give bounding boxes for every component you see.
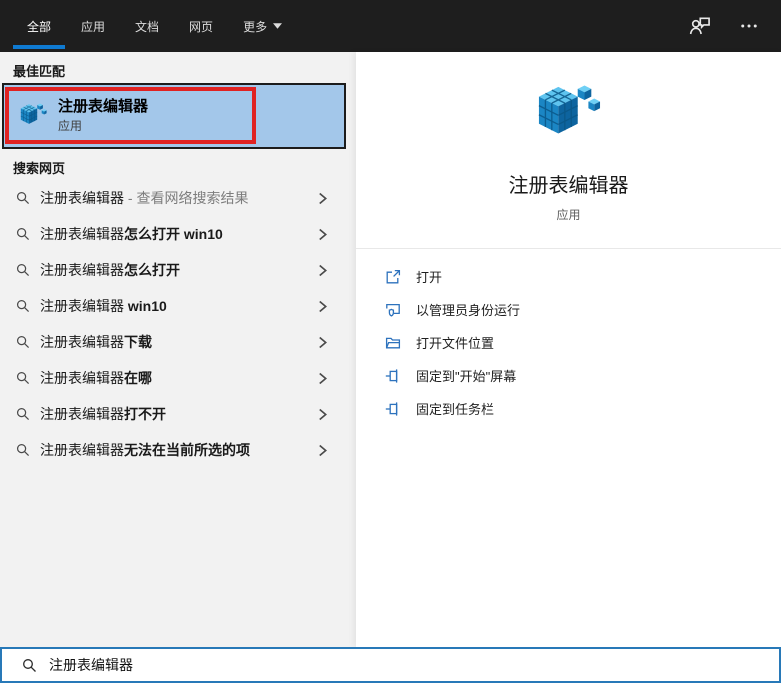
action-pin-to-start[interactable]: 固定到"开始"屏幕 bbox=[356, 359, 781, 392]
tab-documents[interactable]: 文档 bbox=[135, 0, 159, 52]
results-panel: 最佳匹配 注册表编辑器 应用 搜索网页 注册表编辑器 - 查看网络搜索结果 注册… bbox=[0, 52, 356, 647]
search-bar bbox=[0, 647, 781, 683]
tab-apps-label: 应用 bbox=[81, 19, 106, 34]
best-match-subtitle: 应用 bbox=[58, 119, 83, 134]
pin-to-taskbar-icon bbox=[385, 401, 401, 417]
chevron-right-icon[interactable] bbox=[317, 443, 328, 458]
action-open-file-location[interactable]: 打开文件位置 bbox=[356, 326, 781, 359]
suggestion-row[interactable]: 注册表编辑器怎么打开 win10 bbox=[0, 216, 356, 252]
chevron-right-icon[interactable] bbox=[317, 299, 328, 314]
best-match-item-registry-editor[interactable]: 注册表编辑器 应用 bbox=[2, 83, 346, 149]
search-icon bbox=[16, 371, 30, 385]
pin-to-start-icon bbox=[385, 368, 401, 384]
open-file-location-icon bbox=[385, 335, 401, 351]
windows-search-flyout: 全部 应用 文档 网页 更多 最佳匹配 注册表编辑器 应用 搜索网页 注册表编辑… bbox=[0, 0, 781, 683]
suggestion-row[interactable]: 注册表编辑器在哪 bbox=[0, 360, 356, 396]
suggestion-row[interactable]: 注册表编辑器 win10 bbox=[0, 288, 356, 324]
suggestion-row[interactable]: 注册表编辑器打不开 bbox=[0, 396, 356, 432]
tab-web-label: 网页 bbox=[189, 19, 214, 34]
tab-all[interactable]: 全部 bbox=[12, 0, 66, 52]
chevron-right-icon[interactable] bbox=[317, 191, 328, 206]
registry-editor-icon bbox=[537, 84, 601, 148]
registry-editor-icon bbox=[20, 103, 47, 130]
search-suggestions-list: 注册表编辑器 - 查看网络搜索结果 注册表编辑器怎么打开 win10 注册表编辑… bbox=[0, 180, 356, 468]
suggestion-row[interactable]: 注册表编辑器无法在当前所选的项 bbox=[0, 432, 356, 468]
search-filter-bar: 全部 应用 文档 网页 更多 bbox=[0, 0, 781, 52]
chevron-right-icon[interactable] bbox=[317, 407, 328, 422]
topbar-right-icons bbox=[689, 0, 759, 52]
tab-more[interactable]: 更多 bbox=[243, 0, 282, 52]
best-match-header: 最佳匹配 bbox=[13, 64, 66, 79]
action-run-as-admin[interactable]: 以管理员身份运行 bbox=[356, 293, 781, 326]
search-input[interactable] bbox=[49, 657, 779, 673]
search-icon bbox=[16, 263, 30, 277]
action-list: 打开 以管理员身份运行 打开文件位置 固定到"开始"屏幕 固定到任务栏 bbox=[356, 260, 781, 425]
chevron-right-icon[interactable] bbox=[317, 335, 328, 350]
tab-documents-label: 文档 bbox=[135, 19, 160, 34]
chevron-right-icon[interactable] bbox=[317, 371, 328, 386]
action-open[interactable]: 打开 bbox=[356, 260, 781, 293]
tab-more-label: 更多 bbox=[243, 19, 268, 34]
suggestion-row[interactable]: 注册表编辑器 - 查看网络搜索结果 bbox=[0, 180, 356, 216]
preview-panel: 注册表编辑器 应用 打开 以管理员身份运行 打开文件位置 固定到"开始"屏幕 固… bbox=[356, 52, 781, 647]
chevron-right-icon[interactable] bbox=[317, 227, 328, 242]
tab-all-label: 全部 bbox=[27, 19, 52, 34]
run-as-admin-icon bbox=[385, 302, 401, 318]
preview-title: 注册表编辑器 bbox=[508, 175, 629, 197]
search-icon bbox=[16, 335, 30, 349]
user-account-icon[interactable] bbox=[689, 15, 711, 37]
more-options-icon[interactable] bbox=[739, 16, 759, 36]
search-icon bbox=[22, 658, 37, 673]
best-match-title: 注册表编辑器 bbox=[58, 98, 149, 116]
suggestion-row[interactable]: 注册表编辑器怎么打开 bbox=[0, 252, 356, 288]
search-icon bbox=[16, 299, 30, 313]
action-pin-to-taskbar[interactable]: 固定到任务栏 bbox=[356, 392, 781, 425]
tab-web[interactable]: 网页 bbox=[189, 0, 213, 52]
tab-apps[interactable]: 应用 bbox=[81, 0, 105, 52]
divider bbox=[356, 248, 781, 249]
search-web-header: 搜索网页 bbox=[13, 161, 66, 176]
open-icon bbox=[385, 269, 401, 285]
search-icon bbox=[16, 443, 30, 457]
preview-subtitle: 应用 bbox=[556, 208, 581, 222]
search-icon bbox=[16, 407, 30, 421]
suggestion-row[interactable]: 注册表编辑器下载 bbox=[0, 324, 356, 360]
search-icon bbox=[16, 191, 30, 205]
chevron-down-icon bbox=[273, 23, 282, 29]
chevron-right-icon[interactable] bbox=[317, 263, 328, 278]
search-icon bbox=[16, 227, 30, 241]
